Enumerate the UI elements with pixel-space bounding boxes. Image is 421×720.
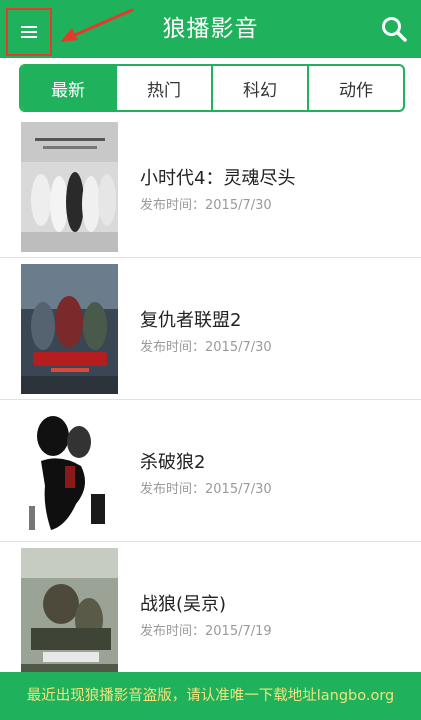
movie-poster (21, 548, 118, 678)
tab-popular[interactable]: 热门 (115, 66, 211, 110)
movie-release-date: 发布时间：2015/7/30 (140, 198, 272, 213)
movie-title: 小时代4：灵魂尽头 (140, 168, 296, 189)
tab-label: 科幻 (243, 80, 277, 101)
movie-title: 杀破狼2 (140, 452, 206, 473)
movie-poster (21, 122, 118, 252)
app-screen: 狼播影音 最新 热门 科幻 动作 小时代4：灵魂尽头 发布时间：2015/7/3… (0, 0, 421, 720)
movie-poster (21, 264, 118, 394)
tab-scifi[interactable]: 科幻 (211, 66, 307, 110)
search-button[interactable] (377, 12, 411, 46)
app-title: 狼播影音 (162, 16, 259, 42)
movie-title: 复仇者联盟2 (140, 310, 242, 331)
movie-release-date: 发布时间：2015/7/30 (140, 340, 272, 355)
tab-latest[interactable]: 最新 (21, 66, 115, 110)
list-item[interactable]: 杀破狼2 发布时间：2015/7/30 (0, 400, 421, 542)
movie-poster (21, 406, 118, 536)
piracy-notice-banner: 最近出现狼播影音盗版，请认准唯一下载地址langbo.org (0, 672, 421, 720)
movie-release-date: 发布时间：2015/7/19 (140, 624, 272, 639)
movie-title: 战狼(吴京) (140, 594, 227, 615)
movie-list: 小时代4：灵魂尽头 发布时间：2015/7/30 复仇者联盟2 发布时间：201… (0, 116, 421, 684)
list-item[interactable]: 小时代4：灵魂尽头 发布时间：2015/7/30 (0, 116, 421, 258)
movie-release-date: 发布时间：2015/7/30 (140, 482, 272, 497)
list-item[interactable]: 复仇者联盟2 发布时间：2015/7/30 (0, 258, 421, 400)
search-icon (382, 17, 407, 42)
tab-label: 动作 (339, 80, 373, 101)
category-tabs: 最新 热门 科幻 动作 (19, 64, 405, 112)
list-item[interactable]: 战狼(吴京) 发布时间：2015/7/19 (0, 542, 421, 684)
tab-action[interactable]: 动作 (307, 66, 403, 110)
app-header: 狼播影音 (0, 0, 421, 58)
tab-label: 最新 (51, 80, 85, 101)
tab-label: 热门 (147, 80, 181, 101)
